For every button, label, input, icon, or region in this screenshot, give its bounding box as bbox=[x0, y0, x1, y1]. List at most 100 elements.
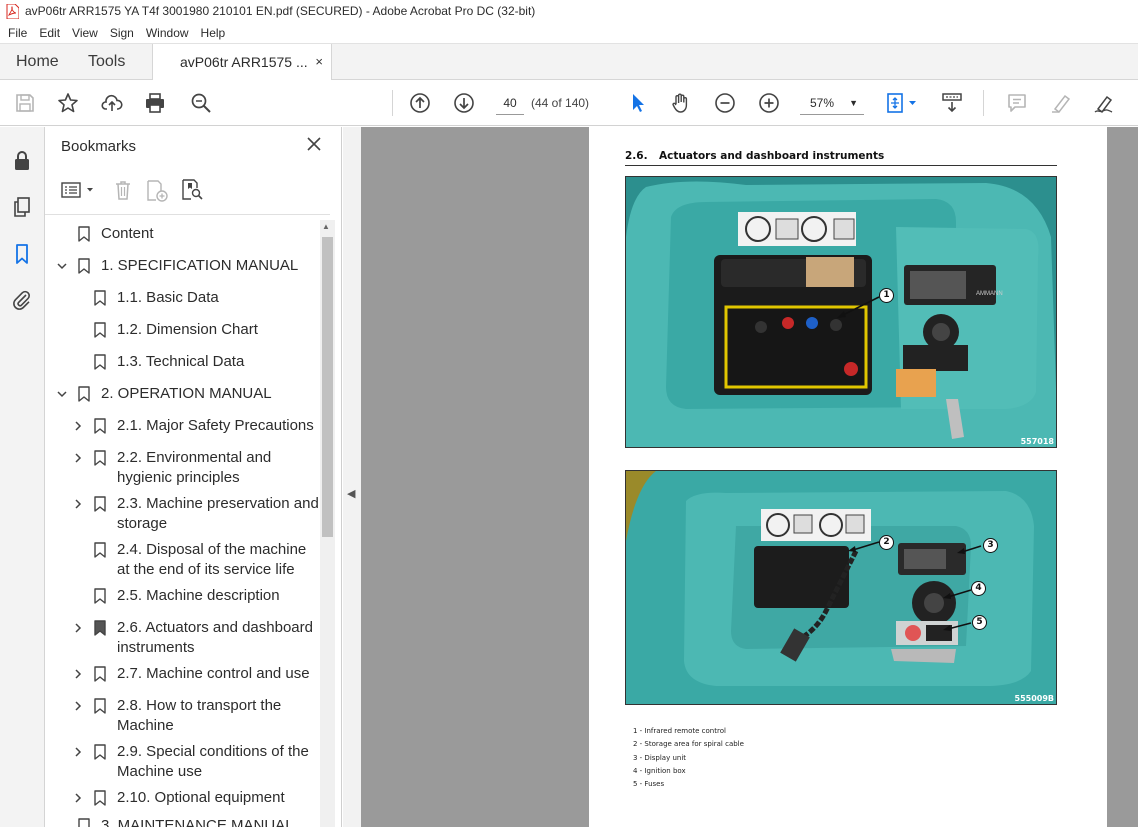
bookmark-icon bbox=[94, 290, 106, 306]
sign-button[interactable] bbox=[1092, 91, 1116, 115]
attachment-icon[interactable] bbox=[10, 288, 34, 312]
chevron-right-icon[interactable] bbox=[73, 701, 83, 711]
print-button[interactable] bbox=[143, 91, 167, 115]
cloud-upload-icon bbox=[101, 94, 123, 111]
bookmark-label-line: Machine use bbox=[117, 763, 203, 780]
bookmark-icon bbox=[78, 818, 90, 827]
bookmark-label-line: Machine bbox=[117, 717, 174, 734]
close-tab-icon[interactable]: × bbox=[315, 44, 323, 80]
menu-view[interactable]: View bbox=[60, 26, 98, 40]
callout-5-leader-arrow bbox=[943, 622, 972, 631]
minus-circle-icon bbox=[715, 93, 735, 113]
menu-edit[interactable]: Edit bbox=[27, 26, 60, 40]
callout-2: 2 bbox=[879, 535, 894, 550]
bookmark-label-line: hygienic principles bbox=[117, 469, 240, 486]
tab-bar: Home Tools avP06tr ARR1575 ... × bbox=[0, 43, 1138, 81]
chevron-down-icon[interactable] bbox=[57, 261, 67, 271]
bookmark-label: 2.7. Machine control and use bbox=[117, 664, 310, 684]
bookmark-label: 2.4. Disposal of the machine at the end o… bbox=[117, 540, 306, 580]
save-button[interactable] bbox=[13, 91, 37, 115]
bookmark-icon bbox=[94, 698, 106, 714]
chevron-right-icon[interactable] bbox=[73, 747, 83, 757]
chevron-right-icon[interactable] bbox=[73, 793, 83, 803]
bookmarks-toolbar bbox=[45, 170, 330, 215]
bookmark-label-line: 2.3. Machine preservation and bbox=[117, 495, 319, 512]
menu-file[interactable]: File bbox=[0, 26, 27, 40]
bookmark-panel-icon[interactable] bbox=[10, 242, 34, 266]
collapse-panel-arrow-icon[interactable]: ◀ bbox=[347, 487, 355, 500]
photo-1-brand-label: AMMANN bbox=[976, 291, 1003, 297]
callout-4: 4 bbox=[971, 581, 986, 596]
star-icon bbox=[58, 93, 78, 113]
new-bookmark-icon[interactable] bbox=[145, 179, 169, 203]
chevron-down-icon[interactable] bbox=[57, 389, 67, 399]
zoom-in-button[interactable] bbox=[757, 91, 781, 115]
bookmark-label-line: 2.5. Machine description bbox=[117, 587, 280, 604]
comment-icon bbox=[1008, 94, 1026, 112]
find-bookmark-icon[interactable] bbox=[180, 178, 204, 202]
section-title: Actuators and dashboard instruments bbox=[659, 150, 885, 162]
select-tool-button[interactable] bbox=[626, 91, 650, 115]
tab-home[interactable]: Home bbox=[16, 44, 59, 80]
scroll-up-arrow-icon[interactable]: ▲ bbox=[322, 222, 330, 231]
lock-icon[interactable] bbox=[10, 149, 34, 173]
bookmark-label: 3. MAINTENANCE MANUAL bbox=[101, 816, 294, 827]
next-page-button[interactable] bbox=[452, 91, 476, 115]
zoom-select[interactable]: 57% ▼ bbox=[800, 91, 864, 115]
menu-sign[interactable]: Sign bbox=[98, 26, 134, 40]
bookmark-icon bbox=[78, 226, 90, 242]
section-number: 2.6. bbox=[625, 150, 648, 162]
close-icon[interactable] bbox=[307, 137, 321, 151]
chevron-right-icon[interactable] bbox=[73, 421, 83, 431]
cursor-arrow-icon bbox=[633, 94, 644, 112]
menu-help[interactable]: Help bbox=[189, 26, 226, 40]
bookmark-icon bbox=[78, 386, 90, 402]
bookmark-label: 1. SPECIFICATION MANUAL bbox=[101, 256, 298, 276]
toolbar-separator bbox=[983, 90, 984, 116]
page-display-button[interactable] bbox=[884, 91, 920, 115]
bookmark-label: 1.1. Basic Data bbox=[117, 288, 219, 308]
tab-tools[interactable]: Tools bbox=[88, 44, 125, 80]
hand-icon bbox=[672, 93, 688, 113]
zoom-out-button[interactable] bbox=[713, 91, 737, 115]
bookmark-label-line: 2.8. How to transport the bbox=[117, 697, 282, 714]
menu-window[interactable]: Window bbox=[134, 26, 189, 40]
bookmark-label-line: 2.6. Actuators and dashboard bbox=[117, 619, 313, 636]
bookmark-icon bbox=[78, 258, 90, 274]
legend-item-2: 2 - Storage area for spiral cable bbox=[633, 740, 744, 749]
hand-tool-button[interactable] bbox=[669, 91, 693, 115]
chevron-right-icon[interactable] bbox=[73, 623, 83, 633]
bookmark-label-line: at the end of its service life bbox=[117, 561, 295, 578]
comment-button[interactable] bbox=[1005, 91, 1029, 115]
zoom-value: 57% bbox=[810, 96, 835, 110]
highlight-button[interactable] bbox=[1049, 91, 1073, 115]
callout-5: 5 bbox=[972, 615, 987, 630]
page-number-input[interactable]: 40 bbox=[496, 91, 524, 115]
chevron-right-icon[interactable] bbox=[73, 669, 83, 679]
bookmarks-scroll-thumb[interactable] bbox=[322, 237, 333, 537]
chevron-right-icon[interactable] bbox=[73, 453, 83, 463]
pages-thumbnail-icon[interactable] bbox=[10, 195, 34, 219]
find-button[interactable] bbox=[189, 91, 213, 115]
upload-button[interactable] bbox=[100, 91, 124, 115]
save-icon bbox=[16, 94, 34, 112]
scroll-mode-button[interactable] bbox=[940, 91, 964, 115]
previous-page-button[interactable] bbox=[408, 91, 432, 115]
tab-document[interactable]: avP06tr ARR1575 ... × bbox=[152, 44, 332, 81]
callout-3: 3 bbox=[983, 538, 998, 553]
chevron-right-icon[interactable] bbox=[73, 499, 83, 509]
bookmark-label: 2. OPERATION MANUAL bbox=[101, 384, 272, 404]
fit-page-icon bbox=[887, 93, 916, 113]
bookmark-icon bbox=[94, 354, 106, 370]
bookmark-icon bbox=[94, 790, 106, 806]
trash-icon[interactable] bbox=[112, 179, 134, 201]
legend-item-4: 4 - Ignition box bbox=[633, 766, 686, 775]
bookmark-label-line: 2.2. Environmental and bbox=[117, 449, 272, 466]
bookmark-label: 1.3. Technical Data bbox=[117, 352, 244, 372]
bookmark-label-line: 2.7. Machine control and use bbox=[117, 665, 310, 682]
panel-splitter[interactable]: ◀ bbox=[343, 127, 361, 827]
options-menu-icon[interactable] bbox=[61, 179, 97, 201]
acrobat-pdf-icon bbox=[6, 3, 19, 19]
bookmark-star-button[interactable] bbox=[56, 91, 80, 115]
tab-document-label: avP06tr ARR1575 ... bbox=[180, 54, 308, 70]
